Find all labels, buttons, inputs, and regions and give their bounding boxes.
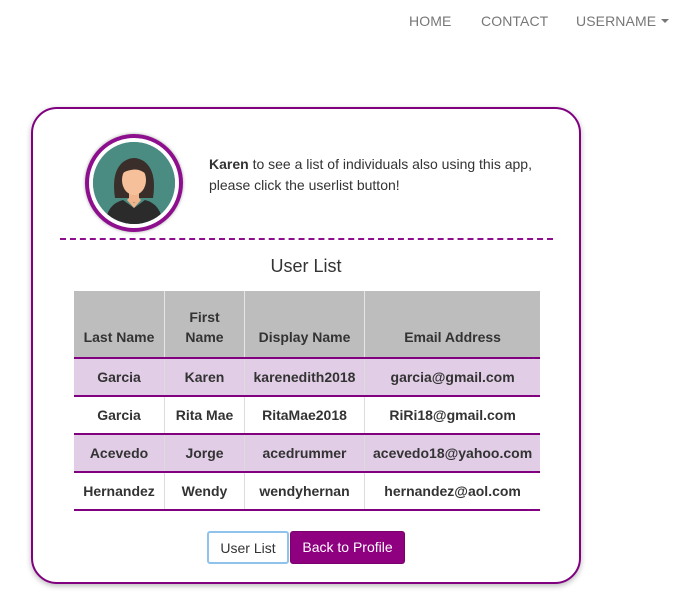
table-row: Garcia Karen karenedith2018 garcia@gmail…	[74, 357, 541, 396]
cell-display-name: RitaMae2018	[244, 395, 365, 434]
cell-first-name: Wendy	[164, 471, 245, 511]
cell-last-name: Garcia	[74, 395, 165, 434]
table-header-row: Last Name First Name Display Name Email …	[74, 291, 541, 358]
nav-contact-link[interactable]: CONTACT	[481, 13, 548, 29]
cell-display-name: karenedith2018	[244, 357, 365, 396]
cell-first-name: Karen	[164, 357, 245, 396]
cell-first-name: Jorge	[164, 433, 245, 472]
table-row: Garcia Rita Mae RitaMae2018 RiRi18@gmail…	[74, 395, 541, 434]
table-row: Acevedo Jorge acedrummer acevedo18@yahoo…	[74, 433, 541, 472]
top-navbar: HOME CONTACT USERNAME	[0, 0, 674, 44]
cell-display-name: wendyhernan	[244, 471, 365, 511]
cell-email: garcia@gmail.com	[364, 357, 541, 396]
intro-message: Karen to see a list of individuals also …	[209, 154, 554, 196]
cell-last-name: Acevedo	[74, 433, 165, 472]
column-header-last-name: Last Name	[74, 291, 165, 358]
nav-username-dropdown[interactable]: USERNAME	[576, 13, 670, 29]
user-first-name: Karen	[209, 156, 249, 172]
cell-email: acevedo18@yahoo.com	[364, 433, 541, 472]
table-row: Hernandez Wendy wendyhernan hernandez@ao…	[74, 471, 541, 511]
caret-down-icon	[661, 19, 670, 24]
female-avatar-icon	[93, 142, 175, 224]
column-header-first-name: First Name	[164, 291, 245, 358]
cell-email: RiRi18@gmail.com	[364, 395, 541, 434]
avatar	[85, 134, 183, 232]
section-divider	[60, 238, 553, 240]
back-to-profile-button[interactable]: Back to Profile	[290, 531, 405, 564]
cell-display-name: acedrummer	[244, 433, 365, 472]
cell-last-name: Garcia	[74, 357, 165, 396]
column-header-display-name: Display Name	[244, 291, 365, 358]
cell-last-name: Hernandez	[74, 471, 165, 511]
user-list-button[interactable]: User List	[207, 531, 289, 564]
cell-first-name: Rita Mae	[164, 395, 245, 434]
user-list-title: User List	[270, 256, 342, 276]
nav-username-label: USERNAME	[576, 13, 657, 29]
user-list-table: Last Name First Name Display Name Email …	[74, 291, 541, 511]
column-header-email-address: Email Address	[364, 291, 541, 358]
nav-home-link[interactable]: HOME	[409, 13, 451, 29]
cell-email: hernandez@aol.com	[364, 471, 541, 511]
intro-text: to see a list of individuals also using …	[209, 156, 532, 193]
